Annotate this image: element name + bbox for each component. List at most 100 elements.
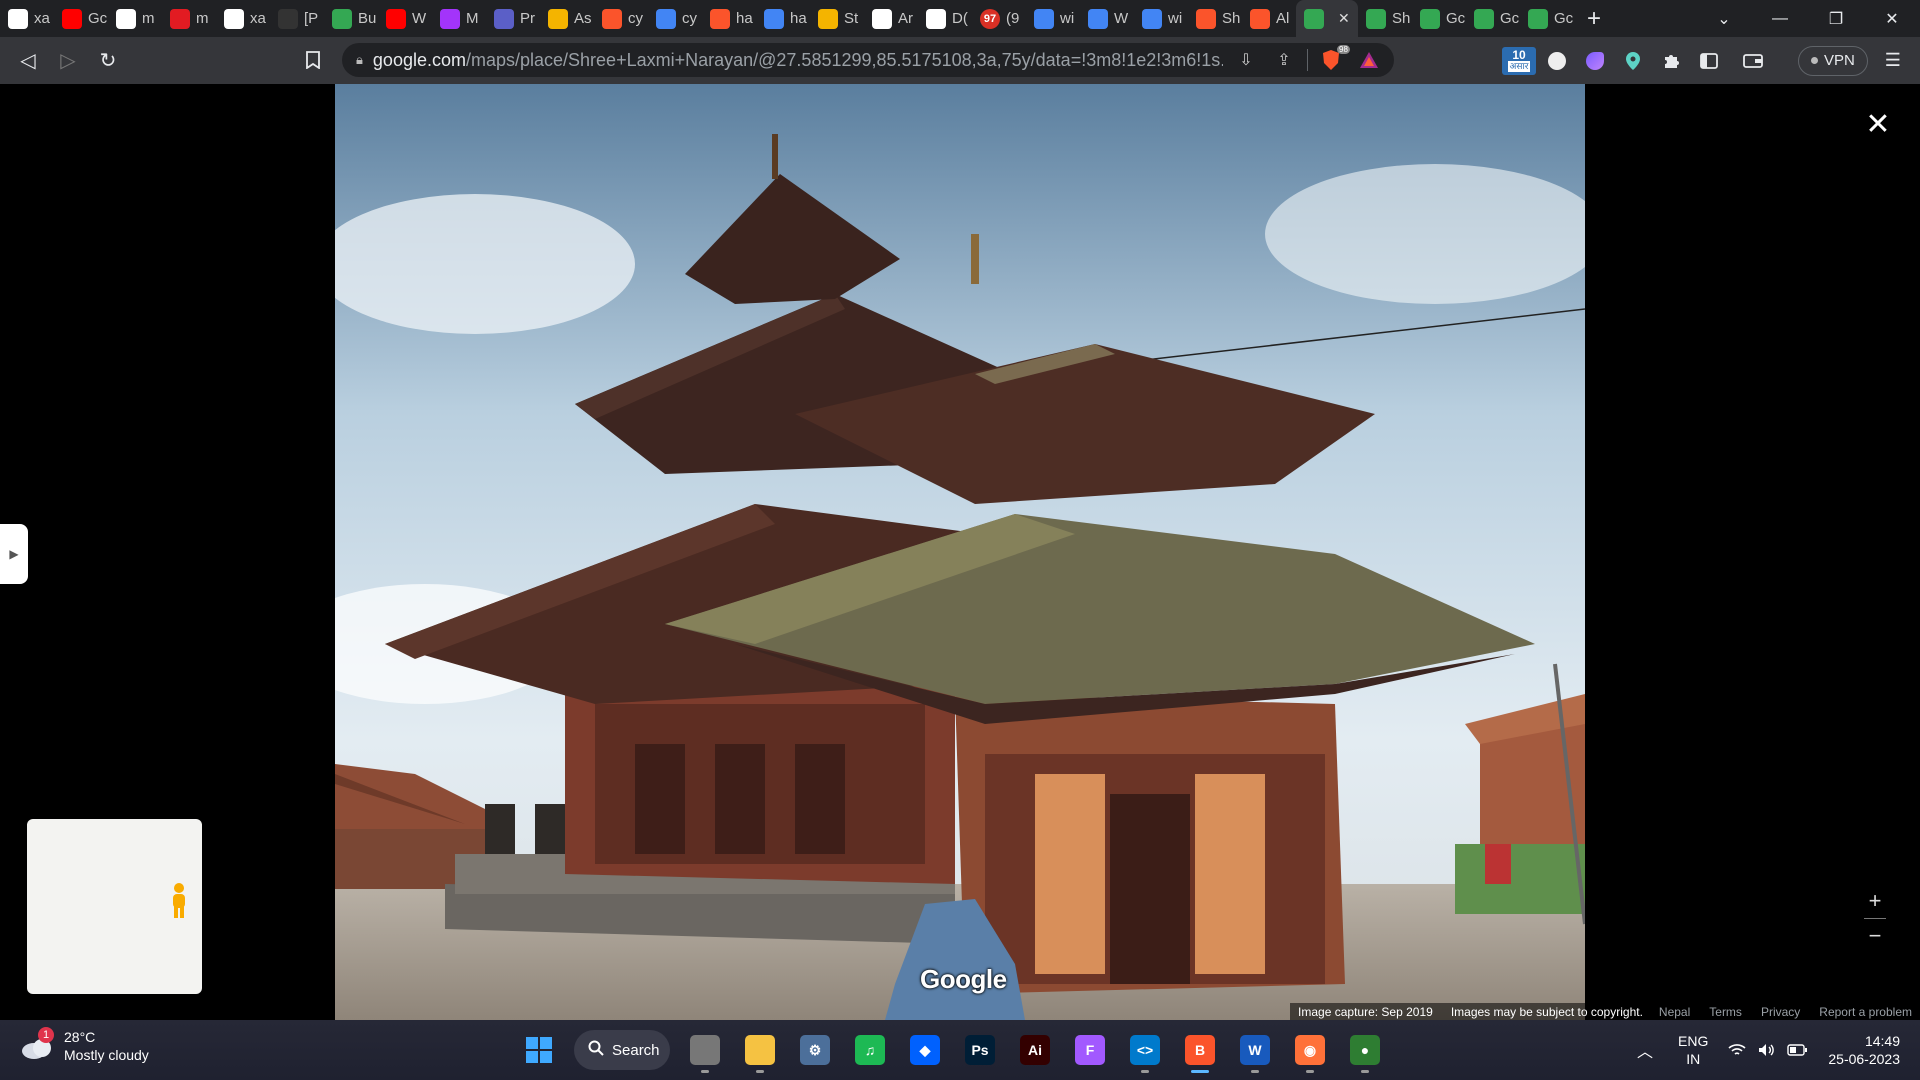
extensions-puzzle-icon[interactable] [1652, 42, 1690, 80]
street-view-viewer[interactable]: ✕ ▶ + − Google Image capture: Sep 2019 I… [0, 84, 1920, 1020]
show-hidden-icons-chevron-icon[interactable]: ︿ [1630, 1030, 1660, 1070]
dropbox-taskbar-button[interactable]: ◆ [901, 1026, 949, 1074]
color-extension-icon[interactable] [1576, 42, 1614, 80]
browser-tab[interactable]: Sh [1188, 0, 1242, 37]
spotify-taskbar-button[interactable]: ♫ [846, 1026, 894, 1074]
task-view-taskbar-button[interactable] [681, 1026, 729, 1074]
weather-widget[interactable]: 1 28°C Mostly cloudy [20, 1027, 149, 1064]
brave-icon [1250, 8, 1270, 29]
tab-label: M [466, 10, 479, 27]
url-text[interactable]: google.com/maps/place/Shree+Laxmi+Naraya… [373, 50, 1223, 71]
browser-tab[interactable]: wi [1134, 0, 1188, 37]
vscode-taskbar-button[interactable]: <> [1121, 1026, 1169, 1074]
browser-tab[interactable]: Gc [54, 0, 108, 37]
figma-taskbar-button[interactable]: F [1066, 1026, 1114, 1074]
browser-tab[interactable]: St [810, 0, 864, 37]
browser-tab[interactable]: M [432, 0, 486, 37]
brave-icon [710, 8, 730, 29]
browser-tab[interactable]: ha [702, 0, 756, 37]
search-label: Search [612, 1041, 660, 1059]
close-street-view-button[interactable]: ✕ [1860, 106, 1896, 142]
volume-icon[interactable] [1752, 1030, 1782, 1070]
browser-tab[interactable]: xa [216, 0, 270, 37]
browser-tab[interactable]: m [108, 0, 162, 37]
street-view-photo[interactable] [335, 84, 1585, 1020]
browser-tab[interactable]: Gc [1466, 0, 1520, 37]
tab-label: Sh [1392, 10, 1411, 27]
new-tab-button[interactable]: + [1574, 0, 1614, 37]
browser-tab[interactable]: Al [1242, 0, 1296, 37]
circle-extension-icon[interactable] [1538, 42, 1576, 80]
sidebar-icon[interactable] [1690, 42, 1728, 80]
browser-tab[interactable]: Sh [1358, 0, 1412, 37]
app-green-taskbar-button[interactable]: ● [1341, 1026, 1389, 1074]
footer-link-terms[interactable]: Terms [1709, 1005, 1742, 1019]
browser-tab[interactable]: D( [918, 0, 972, 37]
mini-map[interactable] [27, 819, 202, 994]
browser-tab[interactable]: Gc [1412, 0, 1466, 37]
restore-button[interactable]: ❐ [1808, 0, 1864, 37]
tab-label: [P [304, 10, 319, 27]
clock[interactable]: 14:49 25-06-2023 [1828, 1032, 1900, 1068]
expand-side-panel-button[interactable]: ▶ [0, 524, 28, 584]
vpn-button[interactable]: VPN [1798, 45, 1868, 76]
pegman-icon[interactable] [162, 881, 196, 921]
window-close-button[interactable]: ✕ [1864, 0, 1920, 37]
firefox-taskbar-button[interactable]: ◉ [1286, 1026, 1334, 1074]
photoshop-taskbar-button[interactable]: Ps [956, 1026, 1004, 1074]
brave-shields-icon[interactable]: 98 [1316, 45, 1350, 75]
share-icon[interactable]: ⇪ [1269, 45, 1299, 75]
start-button[interactable] [515, 1026, 563, 1074]
browser-tab[interactable]: wi [1026, 0, 1080, 37]
tab-close-icon[interactable]: ✕ [1338, 10, 1350, 27]
bookmark-icon[interactable] [293, 40, 333, 80]
browser-tab[interactable]: Ar [864, 0, 918, 37]
browser-tab[interactable]: W [378, 0, 432, 37]
illustrator-taskbar-button[interactable]: Ai [1011, 1026, 1059, 1074]
settings-taskbar-button[interactable]: ⚙ [791, 1026, 839, 1074]
browser-tab[interactable]: [P [270, 0, 324, 37]
address-bar[interactable]: 🔒︎ google.com/maps/place/Shree+Laxmi+Nar… [342, 43, 1394, 77]
browser-tab[interactable]: ✕ [1296, 0, 1358, 37]
back-button[interactable]: ◁ [8, 40, 48, 80]
reload-button[interactable]: ↻ [88, 40, 128, 80]
forward-button[interactable]: ▷ [48, 40, 88, 80]
zoom-in-button[interactable]: + [1860, 884, 1890, 918]
taskbar-search[interactable]: Search [574, 1030, 670, 1070]
clock-date: 25-06-2023 [1828, 1051, 1900, 1067]
browser-tab[interactable]: Gc [1520, 0, 1574, 37]
weather-desc: Mostly cloudy [64, 1047, 149, 1063]
browser-tab[interactable]: cy [648, 0, 702, 37]
language-indicator[interactable]: ENG IN [1678, 1032, 1708, 1068]
footer-link-report[interactable]: Report a problem [1819, 1005, 1912, 1019]
browser-tab[interactable]: W [1080, 0, 1134, 37]
browser-tab[interactable]: Pr [486, 0, 540, 37]
wallet-icon[interactable] [1734, 42, 1772, 80]
footer-link-nepal[interactable]: Nepal [1659, 1005, 1690, 1019]
maps-icon [1304, 8, 1324, 29]
browser-tab[interactable]: Bu [324, 0, 378, 37]
word-taskbar-button[interactable]: W [1231, 1026, 1279, 1074]
browser-tab[interactable]: 97 (9 [972, 0, 1026, 37]
file-explorer-taskbar-button[interactable] [736, 1026, 784, 1074]
minimize-button[interactable]: — [1752, 0, 1808, 37]
browser-tab[interactable]: m [162, 0, 216, 37]
viewer-footer: Image capture: Sep 2019 Images may be su… [1290, 1003, 1920, 1020]
browser-tab[interactable]: cy [594, 0, 648, 37]
location-extension-icon[interactable] [1614, 42, 1652, 80]
browser-tab[interactable]: As [540, 0, 594, 37]
footer-link-privacy[interactable]: Privacy [1761, 1005, 1800, 1019]
battery-icon[interactable] [1782, 1030, 1812, 1070]
zoom-out-button[interactable]: − [1860, 919, 1890, 953]
brave-rewards-icon[interactable] [1354, 45, 1384, 75]
menu-icon[interactable]: ☰ [1874, 42, 1912, 80]
tab-search-chevron-icon[interactable]: ⌄ [1696, 0, 1752, 37]
lock-icon[interactable]: 🔒︎ [356, 52, 363, 68]
browser-tab[interactable]: xa [0, 0, 54, 37]
brave-taskbar-button[interactable]: B [1176, 1026, 1224, 1074]
calendar-extension-icon[interactable]: 10 असार [1500, 42, 1538, 80]
calendar-month: असार [1507, 60, 1531, 72]
browser-tab[interactable]: ha [756, 0, 810, 37]
wifi-icon[interactable] [1722, 1030, 1752, 1070]
install-app-icon[interactable]: ⇩ [1231, 45, 1261, 75]
